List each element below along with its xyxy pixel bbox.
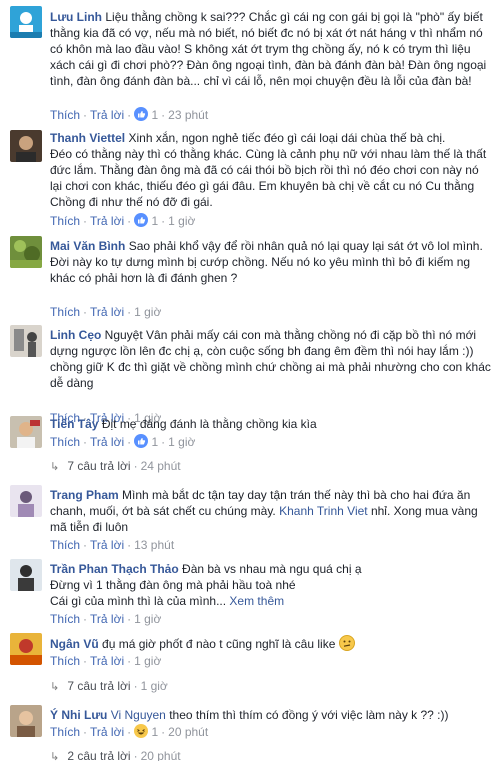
- like-link[interactable]: Thích: [50, 725, 80, 739]
- comment-actions: Thích · Trả lời · 1 giờ: [50, 612, 162, 626]
- avatar[interactable]: [10, 559, 42, 591]
- comment-actions: Thích · Trả lời · 1 · 23 phút: [50, 107, 208, 123]
- comment-body: Linh Cẹo Nguyệt Vân phải mấy cái con mà …: [50, 327, 491, 391]
- like-reaction-icon[interactable]: [134, 107, 149, 125]
- avatar[interactable]: [10, 633, 42, 665]
- comment-body: Lưu Linh Liệu thằng chồng k sai??? Chắc …: [50, 9, 491, 89]
- commenter-name[interactable]: Lưu Linh: [50, 10, 102, 24]
- commenter-name[interactable]: Ngân Vũ: [50, 637, 99, 651]
- commenter-name[interactable]: Trang Pham: [50, 488, 119, 502]
- timestamp[interactable]: 1 giờ: [168, 435, 195, 449]
- comment-actions: Thích · Trả lời · 1 · 20 phút: [50, 724, 208, 740]
- comment-text: đụ má giờ phốt đ nào t cũng nghĩ là câu …: [102, 637, 339, 651]
- like-link[interactable]: Thích: [50, 612, 80, 626]
- comment-body: Trang Pham Mình mà bắt dc tận tay day tậ…: [50, 487, 491, 535]
- comment-text: Nguyệt Vân phải mấy cái con mà thằng chồ…: [50, 328, 495, 390]
- avatar[interactable]: [10, 416, 42, 448]
- timestamp[interactable]: 23 phút: [168, 108, 208, 122]
- avatar[interactable]: [10, 705, 42, 737]
- like-link[interactable]: Thích: [50, 538, 80, 552]
- avatar[interactable]: [10, 130, 42, 162]
- comment-body: Tiến Tây Địt mẹ đáng đánh là thằng chồng…: [50, 416, 491, 432]
- like-link[interactable]: Thích: [50, 108, 80, 122]
- like-reaction-icon[interactable]: [134, 434, 149, 452]
- reply-link[interactable]: Trả lời: [90, 612, 124, 626]
- timestamp[interactable]: 1 giờ: [134, 654, 161, 668]
- reply-link[interactable]: Trả lời: [90, 435, 124, 449]
- confused-emoji-icon: [338, 635, 355, 655]
- timestamp[interactable]: 1 giờ: [134, 612, 161, 626]
- view-replies-link[interactable]: 7 câu trả lời: [67, 679, 130, 693]
- like-link[interactable]: Thích: [50, 214, 80, 228]
- view-replies: ↳ 2 câu trả lời · 20 phút: [50, 748, 181, 761]
- like-link[interactable]: Thích: [50, 305, 80, 319]
- reply-arrow-icon: ↳: [50, 751, 60, 761]
- like-link[interactable]: Thích: [50, 435, 80, 449]
- comment-body: Ý Nhi Lưu Vi Nguyen theo thím thì thím c…: [50, 707, 491, 723]
- timestamp[interactable]: 1 giờ: [168, 214, 195, 228]
- timestamp[interactable]: 1 giờ: [134, 305, 161, 319]
- comment-body: Mai Văn Bình Sao phải khổ vậy để rồi nhâ…: [50, 238, 491, 286]
- comment-text: Liệu thằng chồng k sai??? Chắc gì cái ng…: [50, 10, 490, 88]
- avatar[interactable]: [10, 6, 42, 38]
- reply-link[interactable]: Trả lời: [90, 725, 124, 739]
- commenter-name[interactable]: Tiến Tây: [50, 417, 98, 431]
- avatar-image: [10, 6, 42, 38]
- mentioned-user-link[interactable]: Khanh Trinh Viet: [279, 504, 368, 518]
- commenter-name[interactable]: Mai Văn Bình: [50, 239, 125, 253]
- comment-body: Trần Phan Thạch Thảo Đàn bà vs nhau mà n…: [50, 561, 491, 609]
- reply-link[interactable]: Trả lời: [90, 538, 124, 552]
- reply-link[interactable]: Trả lời: [90, 654, 124, 668]
- reply-arrow-icon: ↳: [50, 461, 60, 473]
- view-replies: ↳ 7 câu trả lời · 1 giờ: [50, 679, 168, 693]
- timestamp[interactable]: 13 phút: [134, 538, 174, 552]
- see-more-link[interactable]: Xem thêm: [229, 594, 284, 608]
- comment-actions: Thích · Trả lời · 1 · 1 giờ: [50, 434, 195, 450]
- avatar[interactable]: [10, 485, 42, 517]
- like-reaction-icon[interactable]: [134, 213, 149, 231]
- commenter-name[interactable]: Linh Cẹo: [50, 328, 101, 342]
- commenter-name[interactable]: Thanh Viettel: [50, 131, 125, 145]
- replies-timestamp: 24 phút: [140, 459, 181, 473]
- reply-link[interactable]: Trả lời: [90, 305, 124, 319]
- replies-timestamp: 20 phút: [140, 749, 181, 761]
- reply-link[interactable]: Trả lời: [90, 214, 124, 228]
- reply-link[interactable]: Trả lời: [90, 108, 124, 122]
- comment-actions: Thích · Trả lời · 1 · 1 giờ: [50, 213, 195, 229]
- commenter-name[interactable]: Trần Phan Thạch Thảo: [50, 562, 179, 576]
- comment-text: theo thím thì thím có đồng ý với việc là…: [165, 708, 449, 722]
- comment-text: Địt mẹ đáng đánh là thằng chồng kia kìa: [101, 417, 317, 431]
- comment-actions: Thích · Trả lời · 13 phút: [50, 538, 175, 552]
- avatar[interactable]: [10, 325, 42, 357]
- reply-arrow-icon: ↳: [50, 681, 60, 693]
- comment-body: Ngân Vũ đụ má giờ phốt đ nào t cũng nghĩ…: [50, 635, 491, 655]
- mentioned-user-link[interactable]: Vi Nguyen: [111, 708, 166, 722]
- view-replies: ↳ 7 câu trả lời · 24 phút: [50, 459, 181, 473]
- comment-actions: Thích · Trả lời · 1 giờ: [50, 305, 162, 319]
- replies-timestamp: 1 giờ: [140, 679, 168, 693]
- view-replies-link[interactable]: 7 câu trả lời: [67, 459, 130, 473]
- comment-body: Thanh Viettel Xinh xắn, ngon nghẻ tiếc đ…: [50, 130, 491, 210]
- timestamp[interactable]: 20 phút: [168, 725, 208, 739]
- view-replies-link[interactable]: 2 câu trả lời: [67, 749, 130, 761]
- like-link[interactable]: Thích: [50, 654, 80, 668]
- comment-actions: Thích · Trả lời · 1 giờ: [50, 654, 162, 668]
- haha-reaction-icon[interactable]: [134, 724, 149, 742]
- commenter-name[interactable]: Ý Nhi Lưu: [50, 708, 107, 722]
- avatar[interactable]: [10, 236, 42, 268]
